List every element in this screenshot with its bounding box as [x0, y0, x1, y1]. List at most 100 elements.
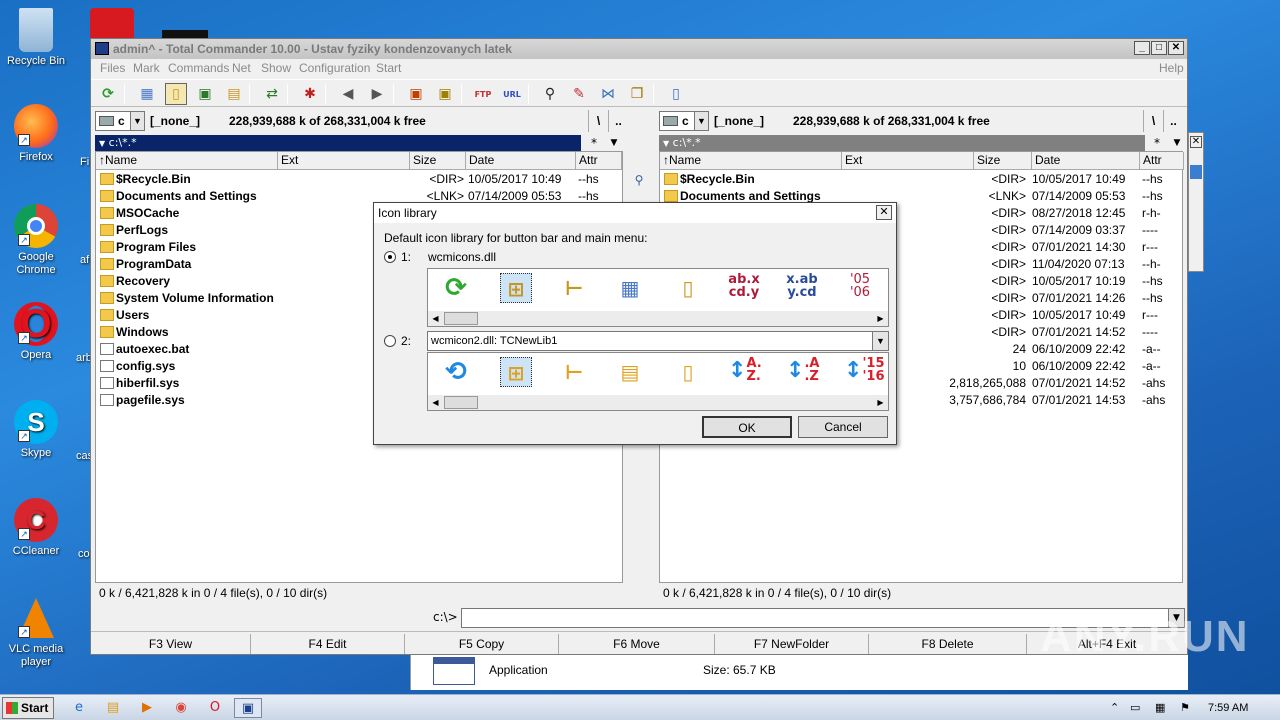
cancel-button[interactable]: Cancel [798, 416, 888, 438]
network-icon[interactable]: ▭ [1130, 698, 1140, 718]
unpack-icon[interactable]: ▣ [434, 83, 456, 105]
start-button[interactable]: Start [2, 697, 54, 719]
back-arrow-icon[interactable]: ◀ [337, 83, 359, 105]
left-up-button[interactable]: .. [608, 110, 628, 132]
refresh-icon[interactable]: ⟲ [440, 357, 472, 387]
notepad-icon[interactable]: ▯ [665, 83, 687, 105]
column-header-date[interactable]: Date [466, 152, 576, 170]
column-header-ext[interactable]: Ext [842, 152, 974, 170]
f6-move-button[interactable]: F6 Move [559, 634, 715, 654]
refresh-icon[interactable]: ⟳ [97, 83, 119, 105]
desktop-icon-vlc[interactable]: ↗ VLC media player [4, 596, 68, 669]
menu-files[interactable]: Files [100, 59, 125, 77]
forward-arrow-icon[interactable]: ▶ [366, 83, 388, 105]
file-row[interactable]: $Recycle.Bin <DIR> 10/05/2017 10:49 --hs [96, 171, 622, 188]
ie-icon[interactable]: e [68, 698, 90, 718]
menu-configuration[interactable]: Configuration [299, 59, 370, 77]
column-header-attr[interactable]: Attr [1140, 152, 1184, 170]
opera-taskbar-icon[interactable]: O [204, 698, 226, 718]
explorer-icon[interactable]: ▤ [102, 698, 124, 718]
scroll-left-icon[interactable]: ◀ [428, 395, 443, 410]
column-header-size[interactable]: Size [410, 152, 466, 170]
compare-icon[interactable]: ⇄ [261, 83, 283, 105]
url-icon[interactable]: URL [501, 83, 523, 105]
close-icon[interactable]: ✕ [1190, 136, 1202, 148]
brief-view-icon[interactable]: ▤ [614, 357, 646, 387]
left-drive-select[interactable]: c ▼ [95, 111, 145, 131]
brief-view-icon[interactable]: ▦ [136, 83, 158, 105]
option1-radio[interactable] [384, 251, 396, 263]
option2-radio[interactable] [384, 335, 396, 347]
f8-delete-button[interactable]: F8 Delete [869, 634, 1027, 654]
full-view-icon[interactable]: ▯ [672, 273, 704, 303]
action-center-flag-icon[interactable]: ⚑ [1180, 698, 1190, 718]
thumbnails-icon[interactable]: ▣ [194, 83, 216, 105]
tree-icon[interactable]: ⊞ [500, 357, 532, 387]
icon-library-1-scrollbar[interactable]: ◀ ▶ [427, 311, 889, 327]
left-root-button[interactable]: \ [588, 110, 608, 132]
tree-branch-icon[interactable]: ⊢ [558, 357, 590, 387]
multi-rename-icon[interactable]: ✎ [568, 83, 590, 105]
dialog-titlebar[interactable]: Icon library ✕ [374, 203, 896, 223]
copy-names-icon[interactable]: ❐ [626, 83, 648, 105]
search-binoculars-icon[interactable]: ⚲ [539, 83, 561, 105]
refresh-icon[interactable]: ⟳ [440, 273, 472, 303]
menu-show[interactable]: Show [261, 59, 291, 77]
tree-branch-icon[interactable]: ⊢ [558, 273, 590, 303]
brief-view-icon[interactable]: ▦ [614, 273, 646, 303]
desktop-icon-opera[interactable]: O ↗ Opera [4, 302, 68, 362]
f3-view-button[interactable]: F3 View [91, 634, 251, 654]
desktop-icon-ccleaner[interactable]: C ↗ CCleaner [4, 498, 68, 558]
sync-dirs-icon[interactable]: ⋈ [597, 83, 619, 105]
maximize-button[interactable]: □ [1151, 41, 1167, 55]
option2-file-combo[interactable]: wcmicon2.dll: TCNewLib1 ▼ [427, 331, 889, 351]
ftp-icon[interactable]: FTP [472, 83, 494, 105]
window-titlebar[interactable]: admin^ - Total Commander 10.00 - Ustav f… [91, 39, 1187, 59]
icon-library-2-scrollbar[interactable]: ◀ ▶ [427, 395, 889, 411]
right-history-button[interactable]: * [1147, 135, 1167, 151]
tree-view-icon[interactable]: ▤ [223, 83, 245, 105]
left-history-button[interactable]: * [584, 135, 604, 151]
right-up-button[interactable]: .. [1163, 110, 1183, 132]
media-player-icon[interactable]: ▶ [136, 698, 158, 718]
scroll-left-icon[interactable]: ◀ [428, 311, 443, 326]
column-header-size[interactable]: Size [974, 152, 1032, 170]
sort-name-icon[interactable]: ↕ A. Z. [728, 357, 762, 387]
icon-library-1-list[interactable]: ⟳ ⊞ ⊢ ▦ ▯ ab.x cd.y x.ab y.cd '05 '06 [427, 268, 889, 312]
file-row[interactable]: $Recycle.Bin <DIR> 10/05/2017 10:49 --hs [660, 171, 1182, 188]
pack-icon[interactable]: ▣ [405, 83, 427, 105]
minimize-button[interactable]: _ [1134, 41, 1150, 55]
f5-copy-button[interactable]: F5 Copy [405, 634, 559, 654]
scroll-right-icon[interactable]: ▶ [873, 395, 888, 410]
left-path-bar[interactable]: ▼ c:\*.* [95, 135, 581, 151]
invert-selection-icon[interactable]: ✱ [299, 83, 321, 105]
scroll-thumb[interactable] [444, 312, 478, 325]
desktop-icon-firefox[interactable]: ↗ Firefox [4, 104, 68, 164]
total-commander-taskbar-button[interactable]: ▣ [234, 698, 262, 718]
full-view-icon[interactable]: ▯ [672, 357, 704, 387]
f4-edit-button[interactable]: F4 Edit [251, 634, 405, 654]
close-button[interactable]: ✕ [1168, 41, 1184, 55]
chrome-taskbar-icon[interactable]: ◉ [170, 698, 192, 718]
sort-date-icon[interactable]: '05 '06 [844, 273, 876, 303]
f7-newfolder-button[interactable]: F7 NewFolder [715, 634, 869, 654]
column-header-name[interactable]: ↑Name [660, 152, 842, 170]
close-icon[interactable]: ✕ [876, 205, 892, 220]
menu-start[interactable]: Start [376, 59, 401, 77]
menu-net[interactable]: Net [232, 59, 251, 77]
ok-button[interactable]: OK [702, 416, 792, 438]
right-path-bar[interactable]: ▼ c:\*.* [659, 135, 1145, 151]
menu-mark[interactable]: Mark [133, 59, 160, 77]
tree-icon[interactable]: ⊞ [500, 273, 532, 303]
swap-panels-icon[interactable]: ⚲ [629, 173, 649, 191]
full-view-icon[interactable]: ▯ [165, 83, 187, 105]
scroll-thumb[interactable] [444, 396, 478, 409]
chevron-down-icon[interactable]: ▼ [872, 332, 888, 350]
left-hotlist-button[interactable]: ▼ [604, 135, 624, 151]
column-header-ext[interactable]: Ext [278, 152, 410, 170]
desktop-icon-skype[interactable]: S ↗ Skype [4, 400, 68, 460]
right-drive-select[interactable]: c ▼ [659, 111, 709, 131]
icon-library-2-list[interactable]: ⟲ ⊞ ⊢ ▤ ▯ ↕ A. Z. ↕ .A .Z ↕ '15 '16 [427, 352, 889, 396]
sort-name-icon[interactable]: ab.x cd.y [728, 273, 760, 303]
desktop-icon-recycle-bin[interactable]: Recycle Bin [4, 8, 68, 68]
